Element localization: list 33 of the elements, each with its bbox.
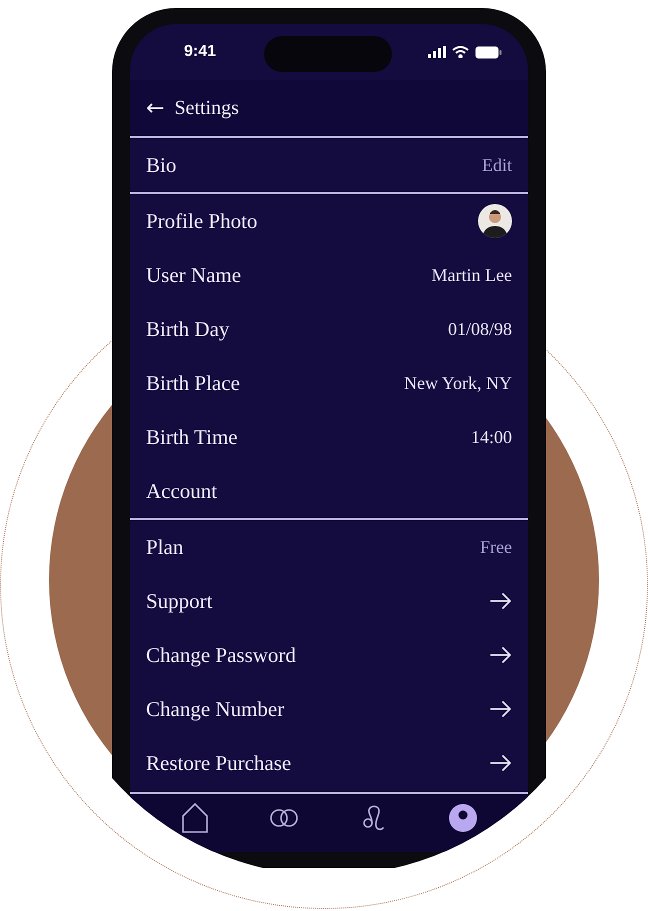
back-button[interactable]: ← [146,96,164,120]
setting-label: Bio [146,152,176,178]
setting-value[interactable]: Edit [482,154,512,176]
setting-label[interactable]: Support [146,588,213,614]
setting-label: User Name [146,262,242,288]
setting-label: Birth Time [146,424,238,450]
section-heading: Account [146,478,218,504]
rings-icon [269,808,300,828]
setting-value: 01/08/98 [448,318,512,340]
status-time: 9:41 [184,43,216,61]
setting-value[interactable]: Free [480,536,512,558]
arrow-right-icon [490,700,512,718]
avatar [478,204,512,238]
setting-label: Plan [146,534,184,560]
setting-value: New York, NY [404,372,512,394]
setting-label[interactable]: Restore Purchase [146,750,292,776]
setting-value: Martin Lee [432,264,512,286]
setting-label[interactable]: Change Number [146,696,284,722]
setting-label: Birth Day [146,316,230,342]
screen-title: Settings [174,96,239,120]
home-icon [180,802,210,834]
arrow-right-icon [490,754,512,772]
profile-icon [448,803,478,833]
setting-label: Birth Place [146,370,240,396]
leo-sign-icon [362,804,386,832]
setting-label: Profile Photo [146,208,258,234]
arrow-right-icon [490,646,512,664]
signal-icon [428,46,446,58]
battery-icon [475,46,502,58]
arrow-right-icon [490,592,512,610]
wifi-icon [452,46,469,58]
setting-label[interactable]: Change Password [146,642,296,668]
setting-value: 14:00 [470,426,512,448]
